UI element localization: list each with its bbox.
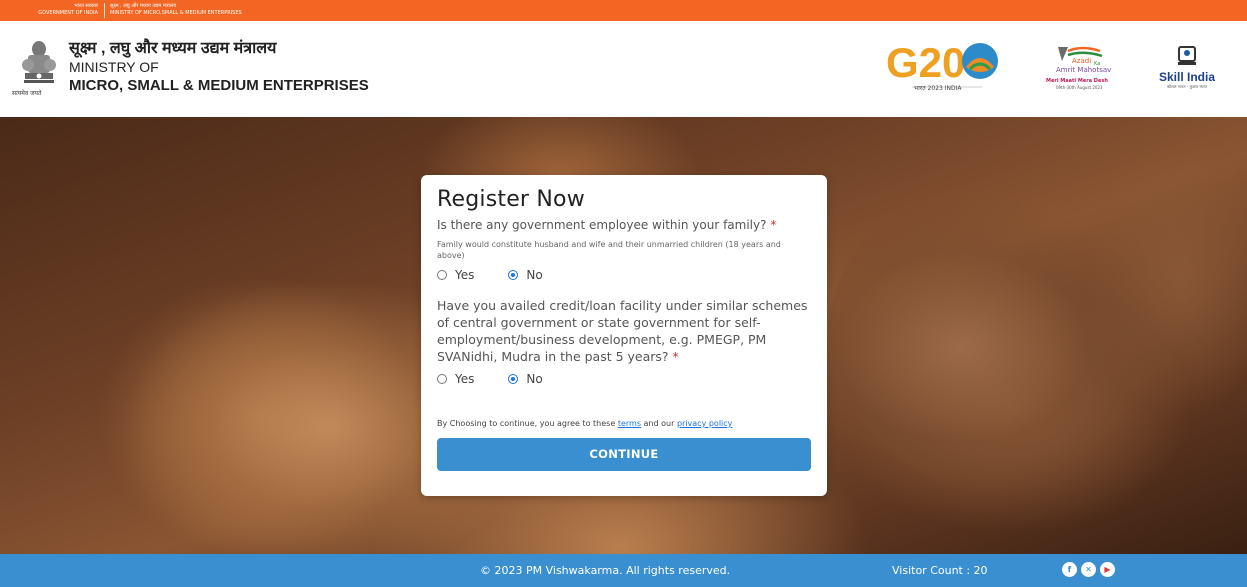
- government-strip: भारत सरकार GOVERNMENT OF INDIA सूक्ष्म ,…: [0, 0, 1247, 21]
- copyright-text: © 2023 PM Vishwakarma. All rights reserv…: [480, 564, 731, 577]
- emblem-caption: सत्यमेव जयते: [12, 90, 42, 97]
- ministry-title-line2: MINISTRY OF: [69, 59, 159, 75]
- azadi-ka-amrit-mahotsav-logo[interactable]: Azadi Ka Amrit Mahotsav Meri Maati Mera …: [1042, 41, 1132, 101]
- national-emblem-logo[interactable]: सत्यमेव जयते: [12, 39, 62, 101]
- g20-letters: G20: [886, 39, 965, 86]
- consent-text: By Choosing to continue, you agree to th…: [437, 419, 811, 428]
- gov-india-hindi: भारत सरकार: [74, 3, 98, 9]
- q1-radio-group: Yes No: [437, 267, 811, 283]
- continue-button[interactable]: CONTINUE: [437, 438, 811, 471]
- consent-prefix: By Choosing to continue, you agree to th…: [437, 419, 616, 428]
- gov-india-english: GOVERNMENT OF INDIA: [38, 10, 98, 16]
- skill-india-subtext: कौशल भारत - कुशल भारत: [1166, 84, 1208, 89]
- register-title: Register Now: [437, 187, 585, 212]
- ministry-title-hindi: सूक्ष्म , लघु और मध्यम उद्यम मंत्रालय: [69, 40, 277, 57]
- consent-mid: and our: [643, 419, 675, 428]
- q1-text: Is there any government employee within …: [437, 218, 767, 232]
- question-credit-loan: Have you availed credit/loan facility un…: [437, 297, 811, 365]
- ministry-title[interactable]: सूक्ष्म , लघु और मध्यम उद्यम मंत्रालय MI…: [69, 39, 369, 95]
- radio-label: No: [526, 268, 543, 282]
- ministry-strip-label: सूक्ष्म , लघु और मध्यम उद्यम मंत्रालय MI…: [110, 3, 242, 17]
- privacy-policy-link[interactable]: privacy policy: [677, 419, 732, 428]
- q2-no-radio[interactable]: No: [508, 372, 543, 386]
- q2-text: Have you availed credit/loan facility un…: [437, 298, 808, 364]
- question-government-employee: Is there any government employee within …: [437, 217, 811, 234]
- facebook-icon[interactable]: f: [1062, 562, 1077, 577]
- radio-circle[interactable]: [437, 270, 447, 280]
- radio-label: No: [526, 372, 543, 386]
- social-links: f ✕ ▶: [1062, 562, 1115, 577]
- terms-link[interactable]: terms: [618, 419, 641, 428]
- site-header: सत्यमेव जयते सूक्ष्म , लघु और मध्यम उद्य…: [0, 21, 1247, 117]
- radio-circle-selected[interactable]: [508, 270, 519, 280]
- skill-india-logo[interactable]: Skill India कौशल भारत - कुशल भारत: [1152, 45, 1222, 95]
- q2-radio-group: Yes No: [437, 371, 811, 387]
- azadi-line3: Amrit Mahotsav: [1056, 66, 1112, 74]
- site-footer: © 2023 PM Vishwakarma. All rights reserv…: [0, 554, 1247, 587]
- ministry-title-line3: MICRO, SMALL & MEDIUM ENTERPRISES: [69, 77, 369, 94]
- gov-india-label: भारत सरकार GOVERNMENT OF INDIA: [2, 3, 98, 17]
- azadi-line5: 09th-30th August 2023: [1056, 85, 1103, 90]
- radio-circle[interactable]: [437, 374, 447, 384]
- family-definition-note: Family would constitute husband and wife…: [437, 240, 781, 260]
- radio-circle-selected[interactable]: [508, 374, 519, 384]
- required-asterisk: *: [770, 218, 777, 232]
- skill-india-text: Skill India: [1158, 70, 1215, 84]
- g20-logo[interactable]: G20 भारत 2023 INDIA: [886, 37, 1006, 97]
- azadi-line1: Azadi: [1072, 57, 1092, 65]
- visitor-count: Visitor Count : 20: [892, 564, 988, 577]
- required-asterisk: *: [672, 349, 679, 364]
- azadi-line4: Meri Maati Mera Desh: [1046, 78, 1108, 84]
- q1-yes-radio[interactable]: Yes: [437, 268, 474, 282]
- hand-decoration: [830, 197, 1160, 497]
- skill-india-icon: [1178, 46, 1196, 65]
- q2-yes-radio[interactable]: Yes: [437, 372, 474, 386]
- radio-label: Yes: [455, 372, 475, 386]
- g20-caption: भारत 2023 INDIA: [914, 85, 962, 92]
- youtube-icon[interactable]: ▶: [1100, 562, 1115, 577]
- radio-label: Yes: [455, 268, 475, 282]
- strip-divider: [104, 3, 105, 18]
- q1-no-radio[interactable]: No: [508, 268, 543, 282]
- ministry-strip-hindi: सूक्ष्म , लघु और मध्यम उद्यम मंत्रालय: [110, 3, 177, 9]
- x-icon[interactable]: ✕: [1081, 562, 1096, 577]
- register-card: Register Now Is there any government emp…: [421, 175, 827, 496]
- ministry-strip-english: MINISTRY OF MICRO,SMALL & MEDIUM ENTERPR…: [110, 10, 242, 16]
